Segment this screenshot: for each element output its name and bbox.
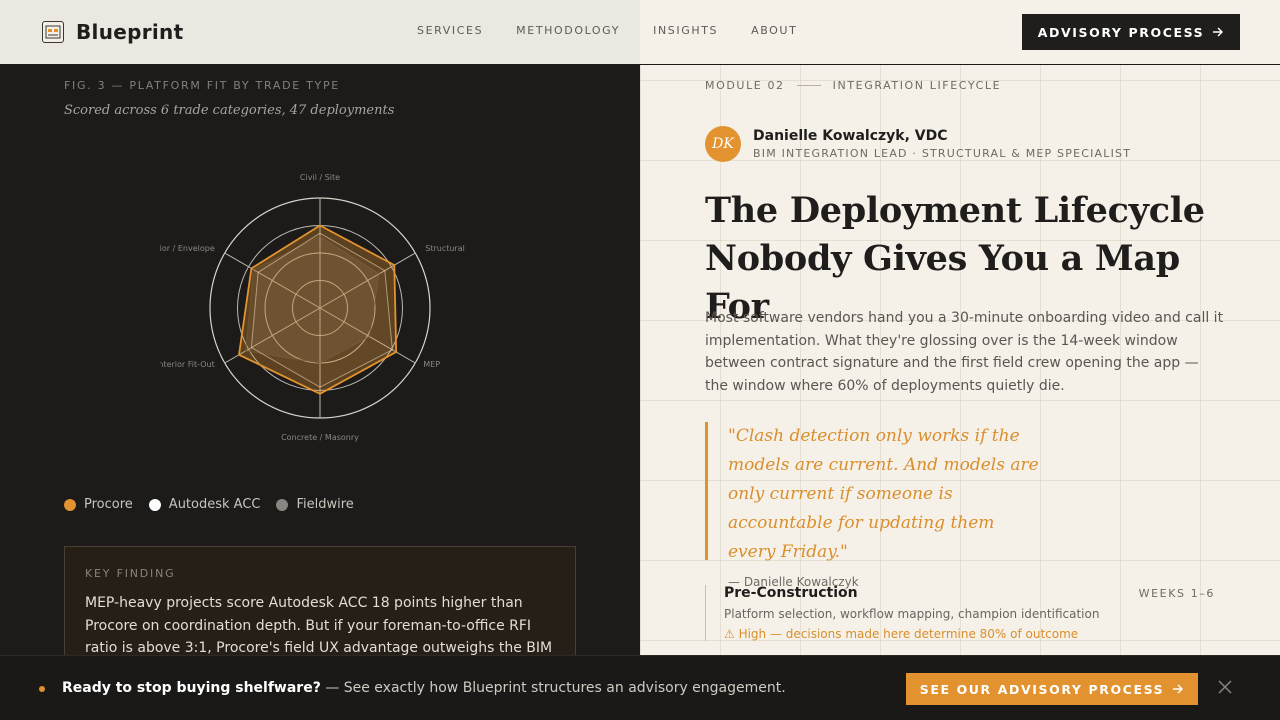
legend-swatch-procore: [64, 498, 76, 511]
phase-weeks: WEEKS 1–6: [1138, 587, 1215, 600]
chart-legend: Procore Autodesk ACC Fieldwire: [64, 497, 354, 512]
phase-title: Pre-Construction: [724, 585, 858, 601]
module-title: INTEGRATION LIFECYCLE: [832, 79, 1002, 92]
blueprint-logo-icon: [42, 21, 64, 43]
nav-link-services[interactable]: SERVICES: [417, 24, 483, 37]
pull-quote: "Clash detection only works if the model…: [705, 422, 1045, 589]
radar-axis-label: Structural: [425, 244, 465, 253]
brand-name: Blueprint: [76, 20, 184, 44]
phase-description: Platform selection, workflow mapping, ch…: [724, 607, 1100, 621]
author-avatar: DK: [705, 126, 741, 162]
phase-risk-note: ⚠ High — decisions made here determine 8…: [724, 627, 1079, 641]
banner-message: Ready to stop buying shelfware? — See ex…: [62, 680, 786, 696]
phase-item: Pre-Construction WEEKS 1–6 Platform sele…: [705, 585, 1215, 641]
radar-chart: Civil / Site Structural MEP Concrete / Maso…: [160, 173, 465, 442]
legend-item-autodesk-acc[interactable]: Autodesk ACC: [148, 497, 261, 512]
advisory-process-label: ADVISORY PROCESS: [1037, 24, 1205, 40]
author-role: BIM INTEGRATION LEAD · STRUCTURAL & MEP …: [753, 147, 1132, 160]
see-advisory-process-button[interactable]: SEE OUR ADVISORY PROCESS: [906, 673, 1198, 705]
radar-axis-label: Civil / Site: [300, 173, 340, 182]
arrow-right-icon: [1173, 684, 1184, 694]
cta-banner: Ready to stop buying shelfware? — See ex…: [0, 655, 1280, 720]
nav-link-insights[interactable]: INSIGHTS: [653, 24, 718, 37]
advisory-process-button[interactable]: ADVISORY PROCESS: [1022, 14, 1240, 50]
legend-label-fieldwire: Fieldwire: [296, 497, 354, 512]
article-lead: Most software vendors hand you a 30-minu…: [705, 310, 1224, 394]
close-icon[interactable]: [1216, 678, 1234, 696]
legend-item-fieldwire[interactable]: Fieldwire: [276, 497, 354, 512]
radar-axis-label: Exterior / Envelope: [160, 244, 215, 253]
see-advisory-process-label: SEE OUR ADVISORY PROCESS: [919, 681, 1165, 697]
author-name: Danielle Kowalczyk, VDC: [753, 128, 948, 144]
legend-label-autodesk-acc: Autodesk ACC: [168, 497, 261, 512]
radar-axis-label: Interior Fit-Out: [160, 360, 215, 369]
radar-series-procore: [238, 224, 398, 395]
banner-lead: Ready to stop buying shelfware?: [62, 680, 321, 696]
legend-label-procore: Procore: [84, 497, 133, 512]
brand-logo-link[interactable]: Blueprint: [42, 20, 183, 44]
article-panel: MODULE 02 INTEGRATION LIFECYCLE DK Danie…: [640, 65, 1280, 720]
radar-axis-label: MEP: [423, 360, 440, 369]
author-byline: DK Danielle Kowalczyk, VDC BIM INTEGRATI…: [705, 126, 1131, 162]
legend-item-procore[interactable]: Procore: [64, 497, 133, 512]
radar-axis-label: Concrete / Masonry: [281, 433, 359, 442]
arrow-right-icon: [1213, 27, 1224, 37]
banner-dot-icon: [39, 686, 45, 692]
legend-swatch-fieldwire: [276, 498, 289, 511]
figure-panel: FIG. 3 — PLATFORM FIT BY TRADE TYPE Scor…: [0, 65, 640, 720]
module-eyebrow: MODULE 02 INTEGRATION LIFECYCLE: [705, 79, 1001, 92]
key-finding-text: MEP-heavy projects score Autodesk ACC 18…: [85, 595, 553, 656]
main-nav: SERVICES METHODOLOGY INSIGHTS ABOUT: [417, 24, 797, 37]
module-number: MODULE 02: [705, 79, 785, 92]
nav-link-methodology[interactable]: METHODOLOGY: [516, 24, 620, 37]
module-divider: [796, 85, 821, 86]
banner-body: — See exactly how Blueprint structures a…: [320, 680, 786, 696]
pull-quote-text: "Clash detection only works if the model…: [728, 426, 1039, 562]
legend-swatch-autodesk-acc: [148, 498, 161, 511]
figure-subtitle: Scored across 6 trade categories, 47 dep…: [64, 103, 395, 118]
key-finding-label: KEY FINDING: [85, 567, 176, 580]
nav-link-about[interactable]: ABOUT: [751, 24, 797, 37]
figure-label: FIG. 3 — PLATFORM FIT BY TRADE TYPE: [64, 79, 340, 92]
site-header: Blueprint SERVICES METHODOLOGY INSIGHTS …: [0, 0, 1280, 64]
